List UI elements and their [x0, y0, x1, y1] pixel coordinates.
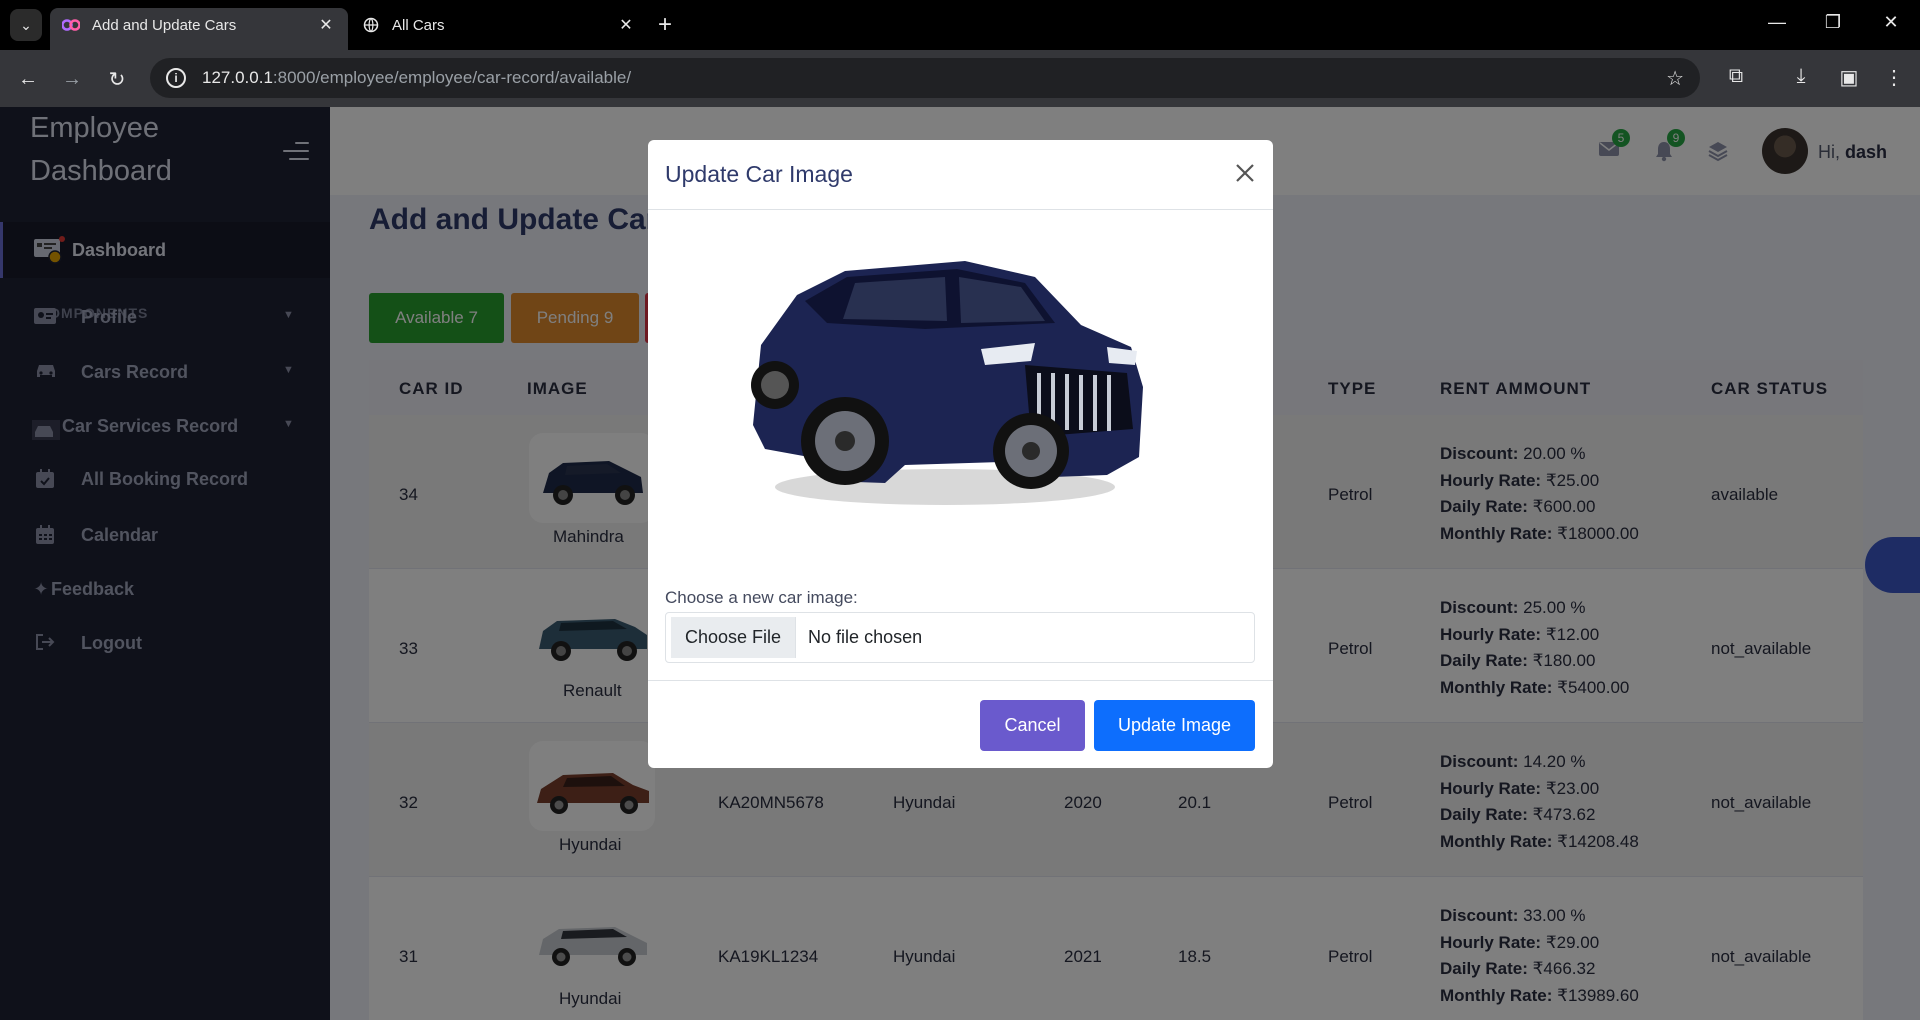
forward-icon[interactable]: →	[58, 65, 86, 93]
address-bar[interactable]: i 127.0.0.1:8000/employee/employee/car-r…	[150, 58, 1700, 98]
modal-title: Update Car Image	[665, 161, 853, 187]
minimize-icon[interactable]: —	[1762, 12, 1792, 33]
cancel-button[interactable]: Cancel	[980, 700, 1085, 751]
modal-footer: Cancel Update Image	[648, 680, 1273, 768]
download-icon[interactable]: ⤓	[1787, 65, 1815, 88]
site-info-icon[interactable]: i	[166, 68, 186, 88]
tab-close-icon[interactable]: ✕	[616, 15, 636, 35]
tab-title: Add and Update Cars	[92, 16, 237, 34]
window-close-icon[interactable]: ✕	[1876, 12, 1906, 33]
url-text: 127.0.0.1:8000/employee/employee/car-rec…	[202, 68, 632, 87]
site-favicon-icon	[62, 16, 80, 34]
bookmark-star-icon[interactable]: ☆	[1666, 66, 1684, 91]
browser-toolbar: ← → ↻ i 127.0.0.1:8000/employee/employee…	[0, 50, 1920, 107]
car-image-file-input[interactable]: Choose File No file chosen	[665, 612, 1255, 663]
update-image-modal: Update Car Image Choose a new car image:…	[648, 140, 1273, 768]
modal-header: Update Car Image	[648, 140, 1273, 210]
profile-extension-icon[interactable]: ▣	[1835, 65, 1863, 90]
close-icon[interactable]	[1232, 160, 1258, 186]
reload-icon[interactable]: ↻	[103, 65, 131, 93]
restore-icon[interactable]: ❐	[1818, 12, 1848, 33]
browser-tab-all-cars[interactable]: All Cars ✕	[350, 8, 648, 42]
tab-title: All Cars	[392, 16, 445, 34]
tab-search-button[interactable]: ⌄	[10, 9, 42, 41]
back-icon[interactable]: ←	[14, 65, 42, 93]
new-tab-button[interactable]: +	[652, 12, 678, 38]
car-preview-image	[735, 225, 1155, 525]
file-input-label: Choose a new car image:	[665, 588, 858, 607]
update-image-button[interactable]: Update Image	[1094, 700, 1255, 751]
browser-tab-add-update-cars[interactable]: Add and Update Cars ✕	[50, 8, 348, 50]
choose-file-button[interactable]: Choose File	[671, 617, 797, 658]
extensions-icon[interactable]: ⧉	[1722, 65, 1750, 88]
browser-menu-icon[interactable]: ⋮	[1880, 65, 1908, 90]
globe-icon	[362, 16, 380, 34]
tab-close-icon[interactable]: ✕	[316, 15, 336, 35]
browser-tab-strip: ⌄ Add and Update Cars ✕ All Cars ✕ + — ❐…	[0, 0, 1920, 50]
file-status-text: No file chosen	[808, 627, 923, 647]
